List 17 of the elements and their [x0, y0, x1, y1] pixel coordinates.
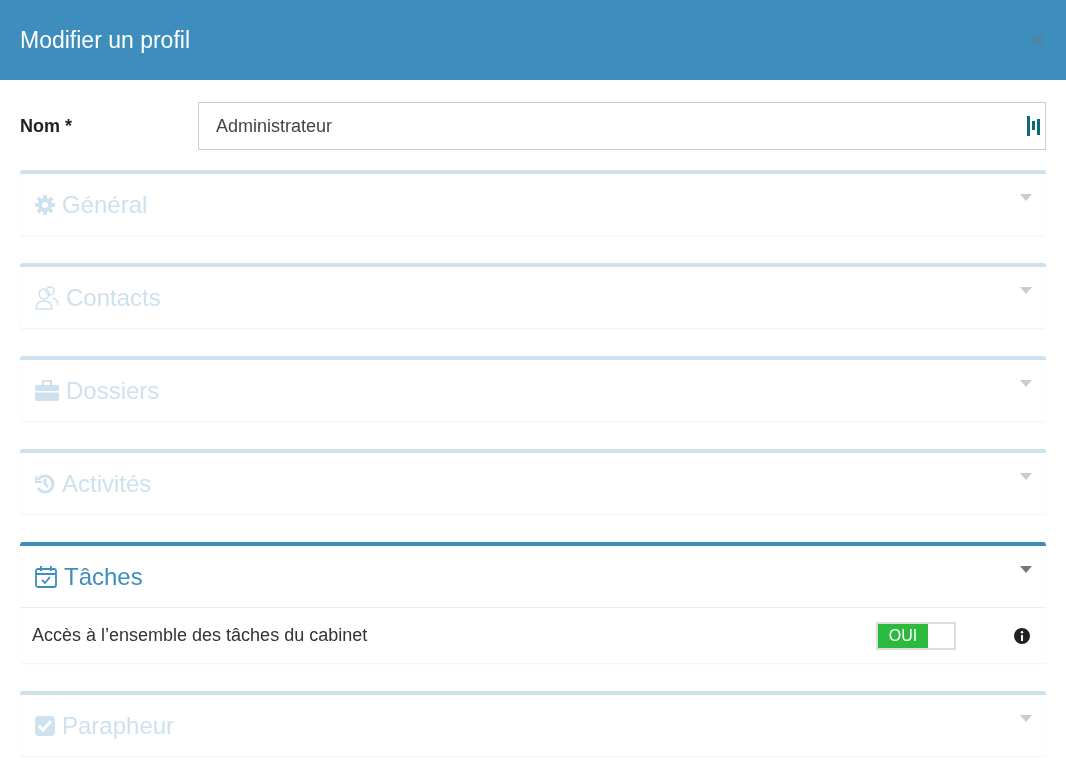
- briefcase-icon: [34, 379, 60, 402]
- calendar-check-icon: [34, 564, 58, 589]
- field-badge-icon: [1026, 115, 1042, 137]
- name-input-field[interactable]: Administrateur: [198, 102, 1046, 150]
- permission-label: Accès à l’ensemble des tâches du cabinet: [32, 625, 369, 646]
- toggle-text: OUI: [878, 623, 928, 648]
- toggle-switch[interactable]: OUI: [876, 621, 956, 650]
- section-title[interactable]: Tâches: [64, 562, 1014, 591]
- name-label: Nom *: [20, 115, 73, 137]
- checkbox-checked-icon: [34, 714, 56, 737]
- people-icon: [34, 284, 60, 311]
- close-icon[interactable]: [1032, 34, 1044, 46]
- gear-icon: [34, 193, 56, 216]
- history-icon: [34, 472, 56, 495]
- caret-icon[interactable]: [1020, 566, 1032, 573]
- dialog-title: Modifier un profil: [20, 26, 191, 54]
- info-icon[interactable]: [1014, 627, 1030, 644]
